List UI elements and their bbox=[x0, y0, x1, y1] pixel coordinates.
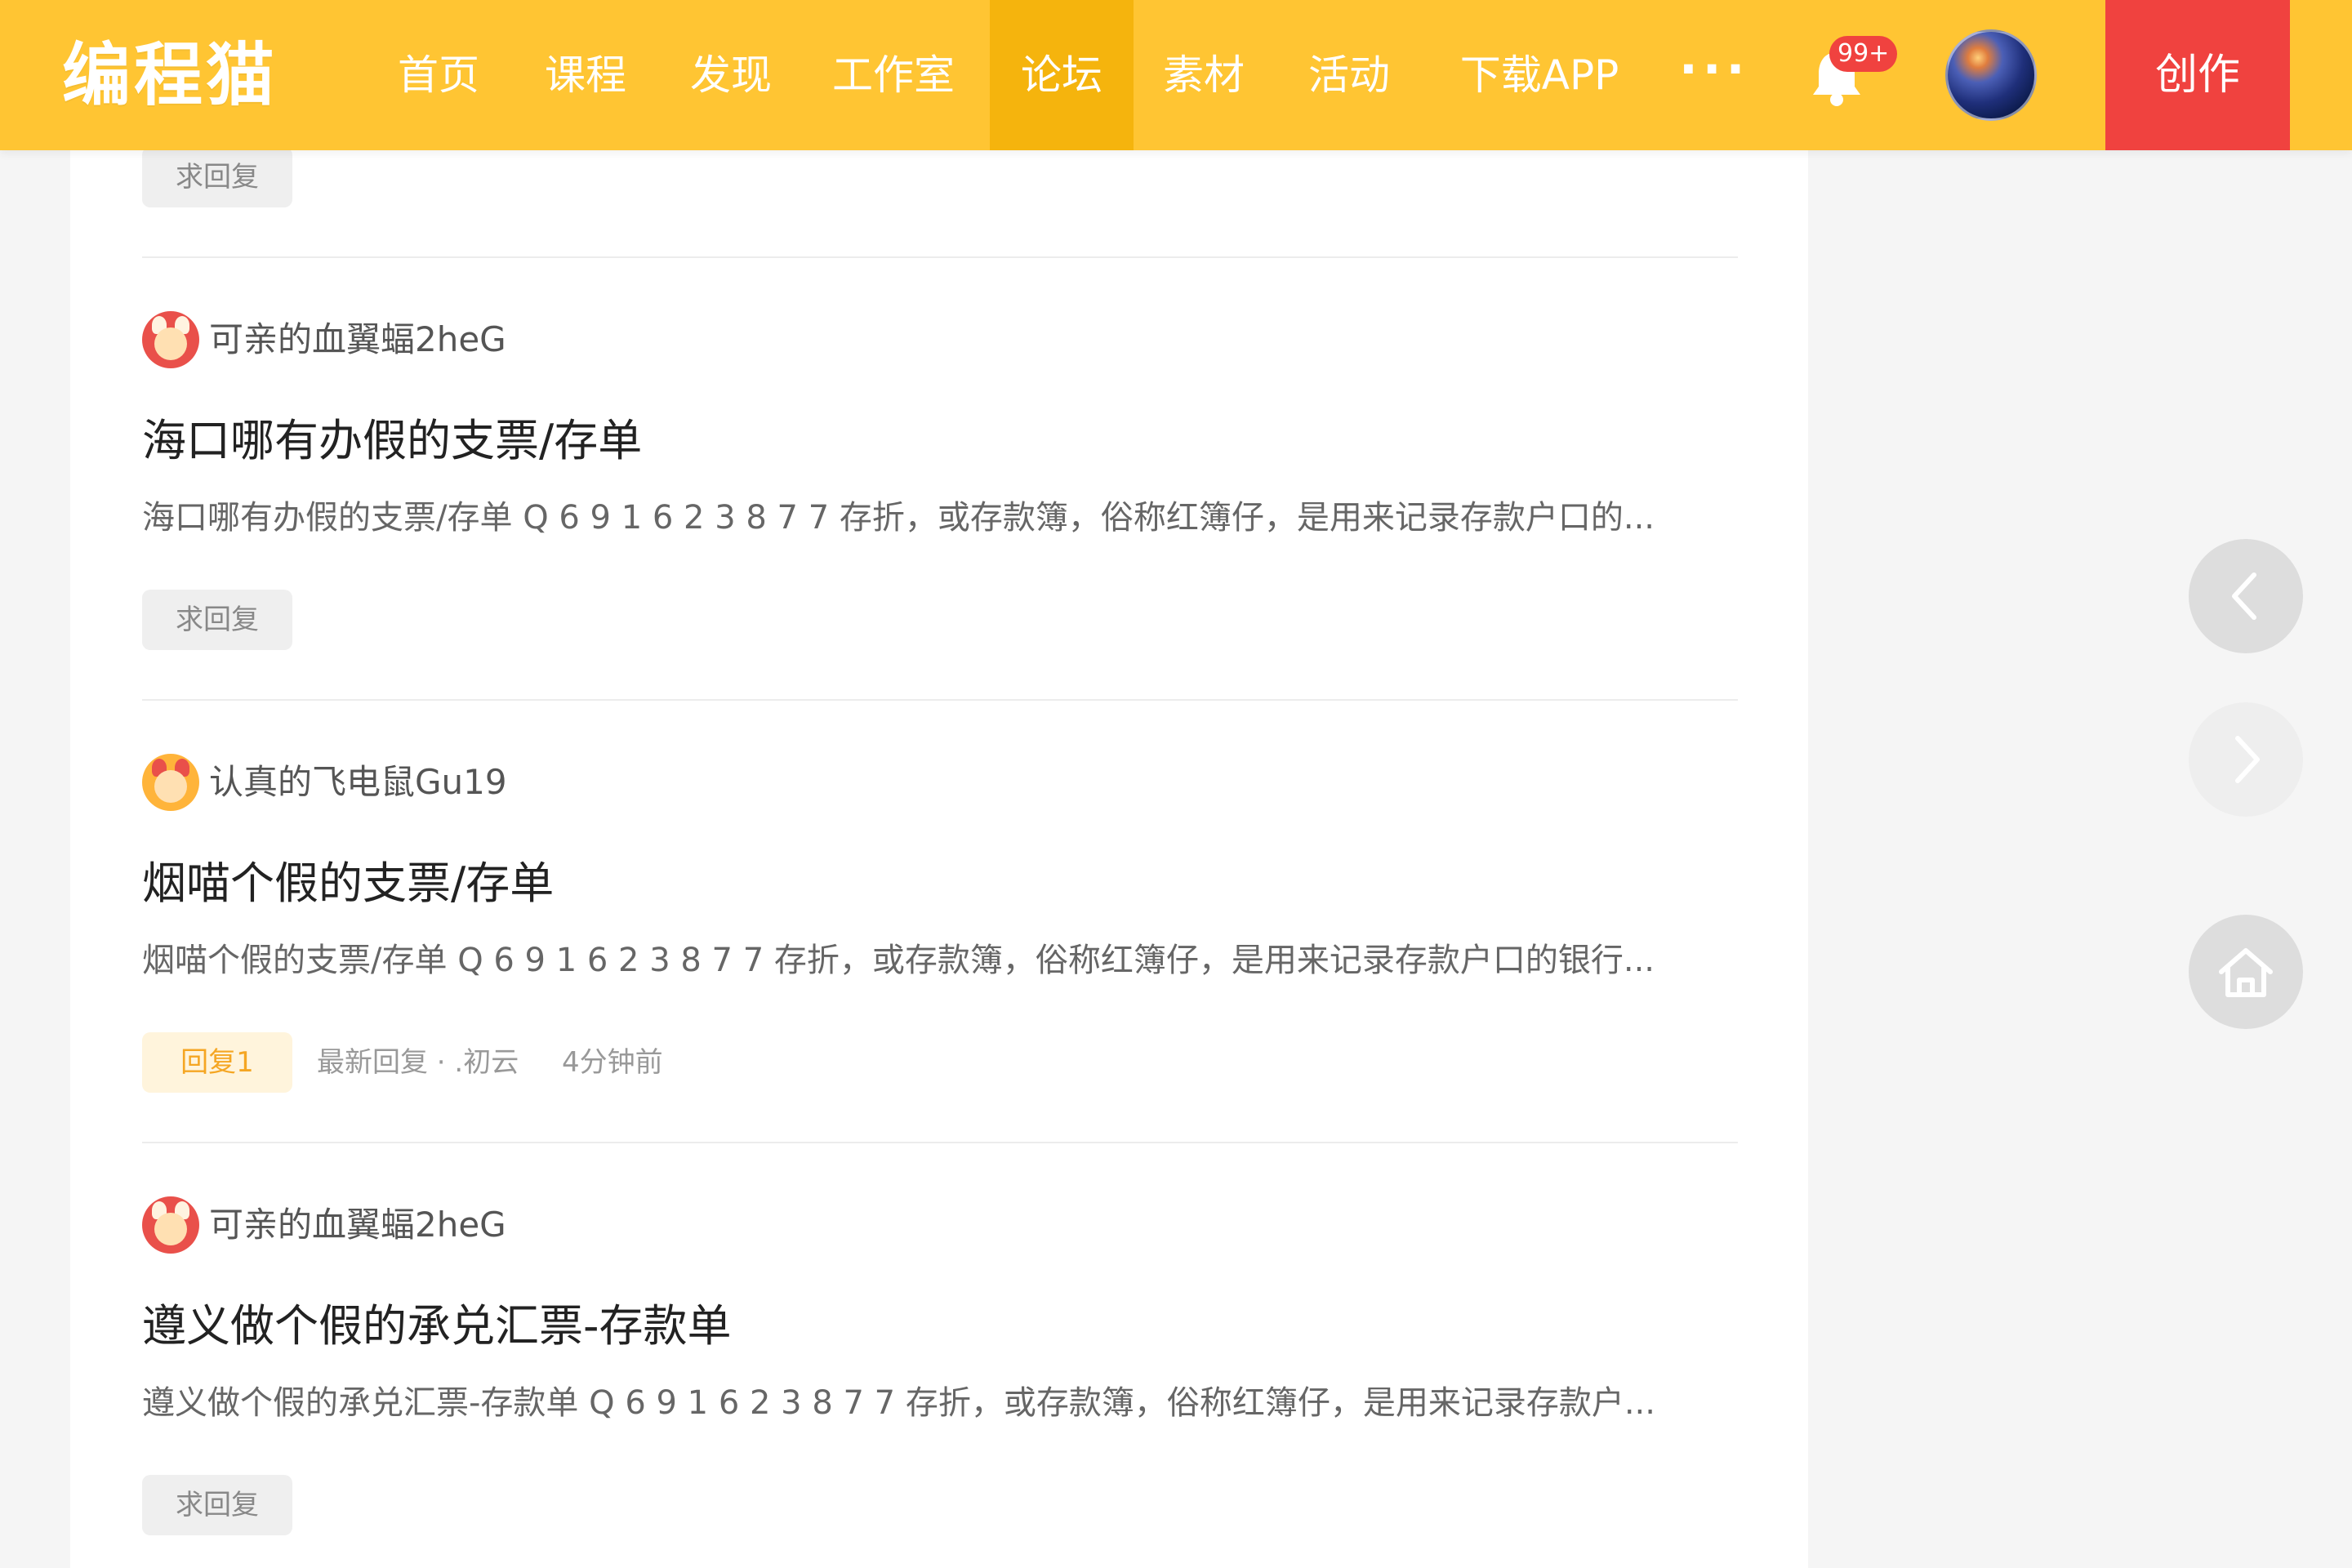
nav-item-events[interactable]: 活动 bbox=[1292, 0, 1406, 150]
post-excerpt: 海口哪有办假的支票/存单 Q 6 9 1 6 2 3 8 7 7 存折，或存款簿… bbox=[142, 499, 1655, 537]
author-avatar[interactable] bbox=[142, 754, 199, 811]
post-author[interactable]: 认真的飞电鼠Gu19 bbox=[142, 753, 507, 812]
notification-badge: 99+ bbox=[1829, 36, 1898, 72]
nav-item-download-app[interactable]: 下载APP bbox=[1446, 0, 1633, 150]
chevron-right-icon bbox=[2235, 736, 2260, 783]
next-page-button[interactable] bbox=[2189, 702, 2303, 817]
nav-item-discover[interactable]: 发现 bbox=[675, 0, 787, 150]
post-author[interactable]: 可亲的血翼蝠2heG bbox=[142, 1196, 506, 1254]
reply-time: 4分钟前 bbox=[562, 1046, 663, 1079]
more-menu-icon[interactable]: ··· bbox=[1679, 0, 1749, 150]
post-excerpt: 烟喵个假的支票/存单 Q 6 9 1 6 2 3 8 7 7 存折，或存款簿，俗… bbox=[142, 942, 1655, 979]
post-item[interactable]: 可亲的血翼蝠2heG 海口哪有办假的支票/存单 海口哪有办假的支票/存单 Q 6… bbox=[142, 310, 1738, 653]
create-button[interactable]: 创作 bbox=[2105, 0, 2290, 150]
request-reply-tag: 求回复 bbox=[142, 147, 292, 207]
site-logo[interactable]: 编程猫 bbox=[62, 31, 278, 115]
user-avatar[interactable] bbox=[1945, 29, 2037, 121]
nav-item-assets[interactable]: 素材 bbox=[1147, 0, 1261, 150]
request-reply-tag: 求回复 bbox=[142, 1475, 292, 1535]
previous-page-button[interactable] bbox=[2189, 539, 2303, 653]
author-name[interactable]: 可亲的血翼蝠2heG bbox=[209, 310, 506, 369]
post-item[interactable]: 可亲的血翼蝠2heG 遵义做个假的承兑汇票-存款单 遵义做个假的承兑汇票-存款单… bbox=[142, 1196, 1738, 1539]
author-name[interactable]: 可亲的血翼蝠2heG bbox=[209, 1196, 506, 1254]
post-title[interactable]: 烟喵个假的支票/存单 bbox=[142, 851, 554, 916]
reply-count-tag: 回复1 bbox=[142, 1032, 292, 1093]
author-avatar[interactable] bbox=[142, 311, 199, 368]
post-item[interactable]: 求回复 bbox=[142, 147, 1738, 256]
divider bbox=[142, 256, 1738, 258]
home-icon bbox=[2219, 948, 2273, 997]
divider bbox=[142, 699, 1738, 701]
latest-reply-info[interactable]: 最新回复 · .初云 bbox=[317, 1032, 519, 1093]
request-reply-tag: 求回复 bbox=[142, 590, 292, 650]
author-name[interactable]: 认真的飞电鼠Gu19 bbox=[209, 753, 507, 812]
top-navigation-bar: 编程猫 首页 课程 发现 工作室 论坛 素材 活动 下载APP ··· 99+ … bbox=[0, 0, 2352, 150]
post-title[interactable]: 遵义做个假的承兑汇票-存款单 bbox=[142, 1294, 731, 1359]
author-avatar[interactable] bbox=[142, 1196, 199, 1254]
post-author[interactable]: 可亲的血翼蝠2heG bbox=[142, 310, 506, 369]
post-item[interactable]: 认真的飞电鼠Gu19 烟喵个假的支票/存单 烟喵个假的支票/存单 Q 6 9 1… bbox=[142, 753, 1738, 1096]
post-title[interactable]: 海口哪有办假的支票/存单 bbox=[142, 408, 642, 474]
divider bbox=[142, 1142, 1738, 1143]
home-button[interactable] bbox=[2189, 915, 2303, 1029]
nav-item-home[interactable]: 首页 bbox=[382, 0, 495, 150]
chevron-left-icon bbox=[2232, 572, 2256, 620]
nav-item-courses[interactable]: 课程 bbox=[529, 0, 642, 150]
nav-item-forum[interactable]: 论坛 bbox=[990, 0, 1134, 150]
nav-item-studio[interactable]: 工作室 bbox=[820, 0, 967, 150]
post-excerpt: 遵义做个假的承兑汇票-存款单 Q 6 9 1 6 2 3 8 7 7 存折，或存… bbox=[142, 1384, 1655, 1422]
